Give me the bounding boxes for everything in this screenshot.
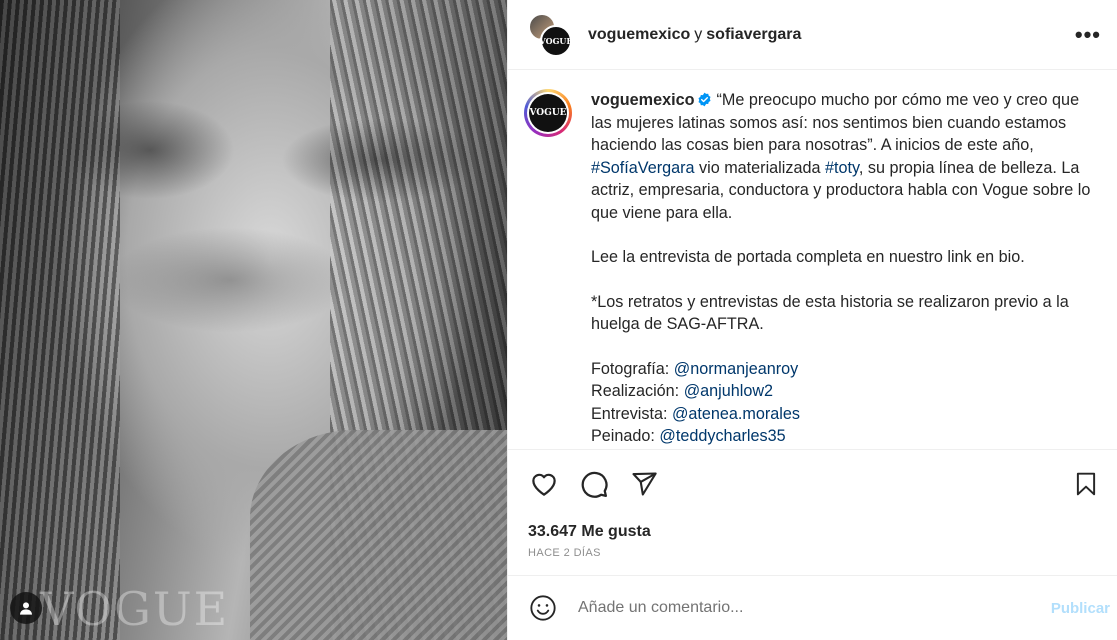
post-timestamp[interactable]: HACE 2 DÍAS: [528, 547, 1102, 559]
post-header: VOGUE voguemexico y sofiavergara •••: [508, 0, 1117, 70]
verified-badge-icon: [698, 92, 711, 107]
post-photo[interactable]: VOGUE: [0, 0, 507, 640]
publish-button[interactable]: Publicar: [1051, 600, 1110, 617]
credit-handle-link[interactable]: @normanjeanroy: [674, 360, 798, 378]
comment-icon[interactable]: [578, 468, 610, 500]
credits-list: Fotografía: @normanjeanroy Realización: …: [591, 358, 1091, 448]
caption-paragraph: *Los retratos y entrevistas de esta hist…: [591, 292, 1069, 334]
photo-watermark: VOGUE: [40, 582, 230, 636]
credit-handle-link[interactable]: @atenea.morales: [672, 405, 800, 423]
user-tag-icon[interactable]: [10, 592, 42, 624]
action-icons: [528, 468, 1102, 500]
comment-bar: Publicar: [508, 575, 1117, 640]
caption-scroll-area[interactable]: VOGUE voguemexico “Me preocupo mucho por …: [508, 71, 1117, 449]
credit-label: Fotografía:: [591, 359, 674, 378]
emoji-icon[interactable]: [528, 593, 558, 623]
more-options-icon[interactable]: •••: [1075, 22, 1101, 48]
caption-row: VOGUE voguemexico “Me preocupo mucho por …: [524, 89, 1102, 448]
credit-handle-link[interactable]: @teddycharles35: [659, 427, 785, 445]
comment-input[interactable]: [578, 599, 1051, 617]
photo-hair-left: [0, 0, 120, 640]
hashtag-link[interactable]: #SofíaVergara: [591, 159, 695, 177]
caption-username[interactable]: voguemexico: [591, 91, 694, 109]
caption-text: voguemexico “Me preocupo mucho por cómo m…: [591, 89, 1091, 448]
likes-count[interactable]: 33.647 Me gusta: [528, 523, 1102, 541]
credit-line: Peinado: @teddycharles35: [591, 425, 1091, 448]
account-link-voguemexico[interactable]: voguemexico: [588, 26, 690, 43]
caption-avatar[interactable]: VOGUE: [524, 89, 572, 137]
post-actions: 33.647 Me gusta HACE 2 DÍAS: [508, 449, 1117, 575]
caption-avatar-logo: VOGUE: [529, 94, 567, 132]
photo-sweater: [250, 430, 507, 640]
credit-label: Peinado:: [591, 427, 660, 445]
credit-label: Realización:: [591, 382, 684, 400]
hashtag-link[interactable]: #toty: [825, 159, 859, 177]
credit-line: Fotografía: @normanjeanroy: [591, 358, 1091, 381]
share-icon[interactable]: [628, 468, 660, 500]
caption-body-2: vio materializada: [694, 158, 825, 177]
collab-avatars[interactable]: VOGUE: [528, 12, 572, 57]
credit-line: Entrevista: @atenea.morales: [591, 403, 1091, 426]
voguemexico-avatar[interactable]: VOGUE: [540, 24, 572, 57]
bookmark-icon[interactable]: [1070, 468, 1102, 500]
credit-label: Entrevista:: [591, 404, 672, 423]
heart-icon[interactable]: [528, 468, 560, 500]
credit-line: Realización: @anjuhlow2: [591, 380, 1091, 403]
credit-handle-link[interactable]: @anjuhlow2: [684, 382, 773, 400]
account-link-sofiavergara[interactable]: sofiavergara: [706, 26, 801, 43]
account-separator: y: [694, 25, 703, 43]
post-panel: VOGUE voguemexico y sofiavergara ••• VOGUE…: [507, 0, 1117, 640]
collab-names: voguemexico y sofiavergara: [588, 26, 801, 44]
caption-paragraph: Lee la entrevista de portada completa en…: [591, 248, 1025, 266]
